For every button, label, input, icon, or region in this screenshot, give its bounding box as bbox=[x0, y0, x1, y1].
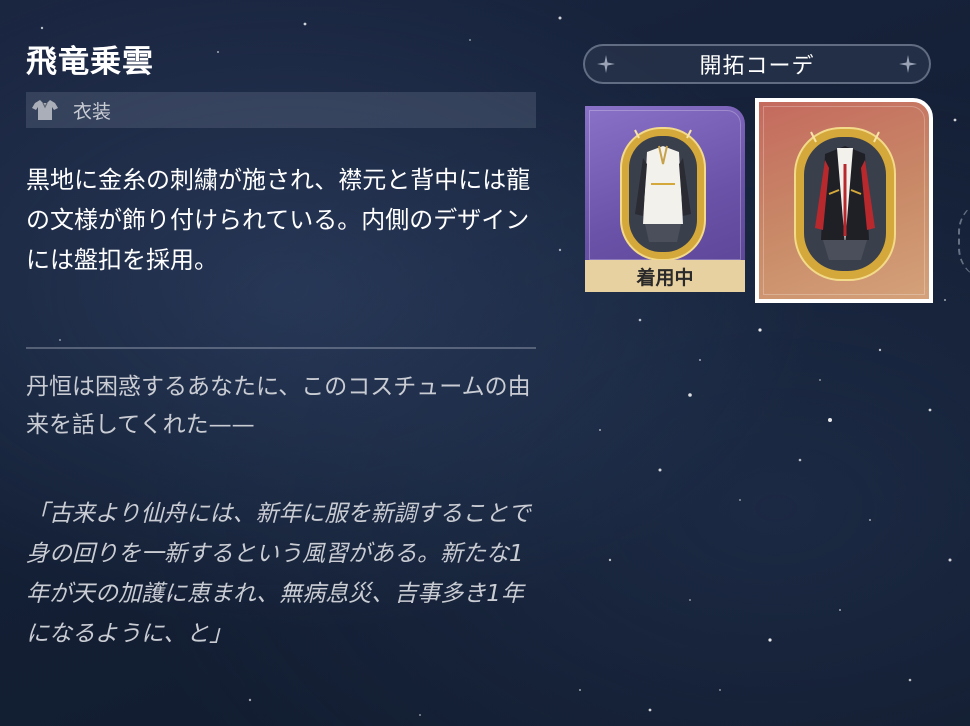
outfit-set-header: 開拓コーデ bbox=[583, 44, 931, 84]
equipped-badge: 着用中 bbox=[585, 260, 745, 292]
category-label: 衣装 bbox=[73, 100, 112, 123]
outfit-set-label: 開拓コーデ bbox=[699, 54, 815, 79]
outfit-card-selected[interactable] bbox=[755, 98, 933, 303]
divider bbox=[26, 347, 536, 349]
sparkle-icon bbox=[899, 55, 917, 73]
item-description: 黒地に金糸の刺繍が施され、襟元と背中には龍の文様が飾り付けられている。内側のデザ… bbox=[26, 166, 531, 274]
outfit-card-default[interactable]: 着用中 bbox=[585, 106, 745, 292]
shirt-icon bbox=[31, 98, 59, 122]
category-bar: 衣装 bbox=[26, 92, 536, 128]
costume-icon bbox=[794, 127, 896, 281]
sparkle-icon bbox=[597, 55, 615, 73]
lore-quote: 「古来より仙舟には、新年に服を新調することで身の回りを一新するという風習がある。… bbox=[26, 501, 531, 647]
costume-icon bbox=[620, 127, 706, 261]
side-scroll-indicator bbox=[958, 200, 970, 280]
lore-intro: 丹恒は困惑するあなたに、このコスチュームの由来を話してくれた—— bbox=[26, 374, 531, 438]
item-title: 飛竜乗雲 bbox=[26, 44, 154, 80]
